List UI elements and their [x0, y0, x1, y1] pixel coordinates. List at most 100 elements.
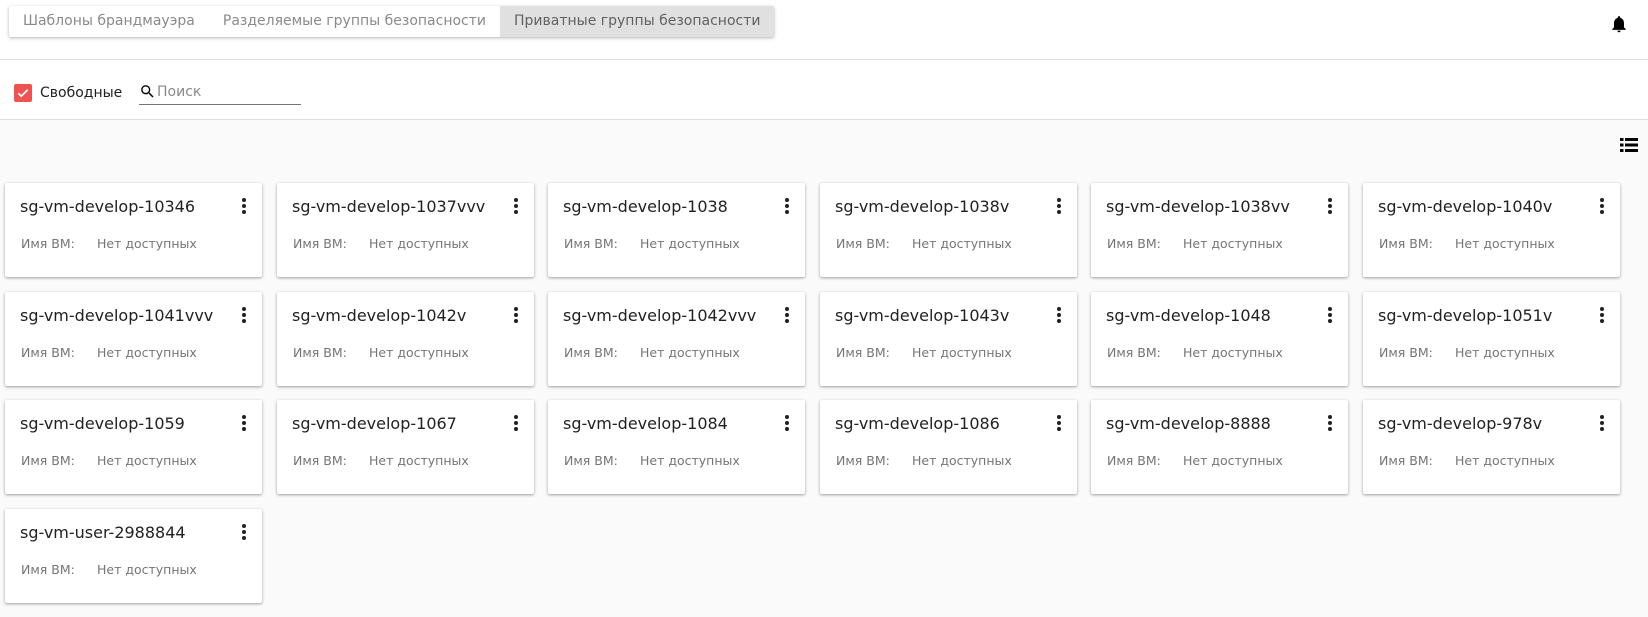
security-group-card[interactable]: sg-vm-develop-1084 Имя ВМ: Нет доступных [548, 400, 805, 494]
vm-name-value: Нет доступных [640, 453, 740, 468]
more-vert-icon[interactable] [1326, 306, 1334, 324]
vm-name-value: Нет доступных [1183, 236, 1283, 251]
security-group-card[interactable]: sg-vm-develop-1051v Имя ВМ: Нет доступных [1363, 292, 1620, 386]
more-vert-icon[interactable] [1326, 414, 1334, 432]
card-title: sg-vm-develop-1037vvv [292, 197, 486, 216]
vm-name-label: Имя ВМ: [21, 236, 75, 251]
free-filter-label: Свободные [40, 85, 123, 101]
card-title: sg-vm-develop-1059 [20, 414, 185, 433]
card-title: sg-vm-develop-10346 [20, 197, 196, 216]
vm-name-label: Имя ВМ: [564, 236, 618, 251]
more-vert-icon[interactable] [240, 523, 248, 541]
tab-firewall-templates[interactable]: Шаблоны брандмауэра [9, 6, 209, 37]
security-group-card[interactable]: sg-vm-develop-1038v Имя ВМ: Нет доступных [820, 183, 1077, 277]
security-group-card[interactable]: sg-vm-develop-8888 Имя ВМ: Нет доступных [1091, 400, 1348, 494]
vm-name-value: Нет доступных [912, 345, 1012, 360]
security-group-card[interactable]: sg-vm-develop-1041vvv Имя ВМ: Нет доступны… [5, 292, 262, 386]
list-view-icon[interactable] [1620, 137, 1638, 153]
card-title: sg-vm-develop-1038v [835, 197, 1010, 216]
security-group-card[interactable]: sg-vm-develop-1040v Имя ВМ: Нет доступных [1363, 183, 1620, 277]
security-group-card[interactable]: sg-vm-develop-1043v Имя ВМ: Нет доступных [820, 292, 1077, 386]
checkbox-checked-icon[interactable] [14, 84, 32, 102]
security-group-card[interactable]: sg-vm-develop-1042vvv Имя ВМ: Нет доступны… [548, 292, 805, 386]
more-vert-icon[interactable] [240, 306, 248, 324]
security-group-card[interactable]: sg-vm-user-2988844 Имя ВМ: Нет доступных [5, 509, 262, 603]
more-vert-icon[interactable] [1055, 414, 1063, 432]
security-group-card[interactable]: sg-vm-develop-1037vvv Имя ВМ: Нет доступны… [277, 183, 534, 277]
card-title: sg-vm-develop-1084 [563, 414, 728, 433]
more-vert-icon[interactable] [783, 306, 791, 324]
more-vert-icon[interactable] [1598, 306, 1606, 324]
security-group-card[interactable]: sg-vm-develop-1038 Имя ВМ: Нет доступных [548, 183, 805, 277]
vm-name-label: Имя ВМ: [1107, 236, 1161, 251]
vm-name-value: Нет доступных [1183, 453, 1283, 468]
tab-shared-security-groups[interactable]: Разделяемые группы безопасности [209, 6, 500, 37]
card-title: sg-vm-develop-1038 [563, 197, 728, 216]
more-vert-icon[interactable] [1598, 197, 1606, 215]
vm-name-value: Нет доступных [640, 345, 740, 360]
vm-name-value: Нет доступных [912, 453, 1012, 468]
vm-name-label: Имя ВМ: [1379, 236, 1433, 251]
vm-name-value: Нет доступных [1455, 345, 1555, 360]
tab-bar: Шаблоны брандмауэра Разделяемые группы б… [9, 6, 775, 37]
more-vert-icon[interactable] [512, 306, 520, 324]
vm-name-value: Нет доступных [640, 236, 740, 251]
more-vert-icon[interactable] [512, 197, 520, 215]
vm-name-value: Нет доступных [912, 236, 1012, 251]
card-title: sg-vm-develop-1038vv [1106, 197, 1290, 216]
security-group-card[interactable]: sg-vm-develop-10346 Имя ВМ: Нет доступных [5, 183, 262, 277]
card-title: sg-vm-develop-1067 [292, 414, 457, 433]
security-group-card[interactable]: sg-vm-develop-1059 Имя ВМ: Нет доступных [5, 400, 262, 494]
security-group-card[interactable]: sg-vm-develop-1042v Имя ВМ: Нет доступных [277, 292, 534, 386]
more-vert-icon[interactable] [1326, 197, 1334, 215]
search-field [139, 79, 301, 105]
vm-name-label: Имя ВМ: [293, 345, 347, 360]
vm-name-label: Имя ВМ: [836, 453, 890, 468]
more-vert-icon[interactable] [783, 197, 791, 215]
vm-name-label: Имя ВМ: [21, 453, 75, 468]
vm-name-label: Имя ВМ: [564, 453, 618, 468]
card-title: sg-vm-develop-1086 [835, 414, 1000, 433]
more-vert-icon[interactable] [512, 414, 520, 432]
card-title: sg-vm-develop-8888 [1106, 414, 1271, 433]
security-group-card[interactable]: sg-vm-develop-1048 Имя ВМ: Нет доступных [1091, 292, 1348, 386]
vm-name-label: Имя ВМ: [293, 236, 347, 251]
search-input[interactable] [156, 83, 297, 100]
top-bar: Шаблоны брандмауэра Разделяемые группы б… [0, 0, 1648, 60]
security-group-card[interactable]: sg-vm-develop-1067 Имя ВМ: Нет доступных [277, 400, 534, 494]
vm-name-value: Нет доступных [97, 453, 197, 468]
vm-name-value: Нет доступных [1455, 236, 1555, 251]
vm-name-value: Нет доступных [1455, 453, 1555, 468]
filter-toolbar: Свободные [0, 60, 1648, 120]
vm-name-label: Имя ВМ: [836, 345, 890, 360]
vm-name-value: Нет доступных [1183, 345, 1283, 360]
card-title: sg-vm-develop-1042vvv [563, 306, 757, 325]
vm-name-value: Нет доступных [369, 453, 469, 468]
vm-name-label: Имя ВМ: [1107, 453, 1161, 468]
more-vert-icon[interactable] [240, 197, 248, 215]
more-vert-icon[interactable] [1055, 306, 1063, 324]
card-title: sg-vm-develop-1043v [835, 306, 1010, 325]
card-title: sg-vm-develop-1042v [292, 306, 467, 325]
vm-name-value: Нет доступных [369, 236, 469, 251]
security-group-card[interactable]: sg-vm-develop-1086 Имя ВМ: Нет доступных [820, 400, 1077, 494]
free-filter-checkbox[interactable]: Свободные [14, 84, 122, 102]
more-vert-icon[interactable] [1055, 197, 1063, 215]
search-icon [141, 85, 154, 98]
more-vert-icon[interactable] [783, 414, 791, 432]
tab-private-security-groups[interactable]: Приватные группы безопасности [500, 6, 775, 37]
card-title: sg-vm-develop-1051v [1378, 306, 1553, 325]
card-title: sg-vm-develop-1041vvv [20, 306, 214, 325]
vm-name-label: Имя ВМ: [21, 562, 75, 577]
security-group-card[interactable]: sg-vm-develop-1038vv Имя ВМ: Нет доступных [1091, 183, 1348, 277]
card-title: sg-vm-develop-1048 [1106, 306, 1271, 325]
card-title: sg-vm-user-2988844 [20, 523, 186, 542]
vm-name-value: Нет доступных [97, 562, 197, 577]
vm-name-label: Имя ВМ: [564, 345, 618, 360]
bell-icon[interactable] [1609, 14, 1629, 34]
security-group-card[interactable]: sg-vm-develop-978v Имя ВМ: Нет доступных [1363, 400, 1620, 494]
card-title: sg-vm-develop-978v [1378, 414, 1543, 433]
more-vert-icon[interactable] [240, 414, 248, 432]
vm-name-label: Имя ВМ: [836, 236, 890, 251]
more-vert-icon[interactable] [1598, 414, 1606, 432]
